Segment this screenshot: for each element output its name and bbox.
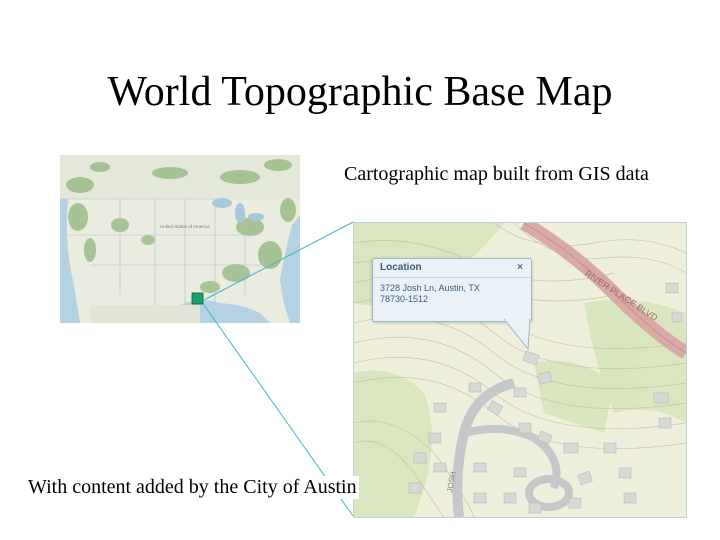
address-line-2: 78730-1512 — [380, 294, 429, 304]
caption-bottom: With content added by the City of Austin — [26, 476, 359, 499]
popup-header: Location × — [373, 259, 531, 278]
austin-highlight-marker[interactable] — [191, 292, 204, 305]
slide-title: World Topographic Base Map — [107, 69, 613, 115]
location-popup[interactable]: Location × 3728 Josh Ln, Austin, TX 7873… — [372, 258, 532, 322]
overview-map: United States of America — [60, 155, 300, 323]
us-map-graphic: United States of America — [60, 155, 300, 323]
popup-title: Location — [380, 262, 422, 273]
us-label: United States of America — [160, 224, 210, 229]
close-icon[interactable]: × — [517, 259, 523, 277]
caption-top: Cartographic map built from GIS data — [344, 163, 649, 185]
address-line-1: 3728 Josh Ln, Austin, TX — [380, 283, 480, 293]
popup-pointer — [503, 319, 531, 351]
popup-address: 3728 Josh Ln, Austin, TX 78730-1512 — [373, 278, 531, 305]
